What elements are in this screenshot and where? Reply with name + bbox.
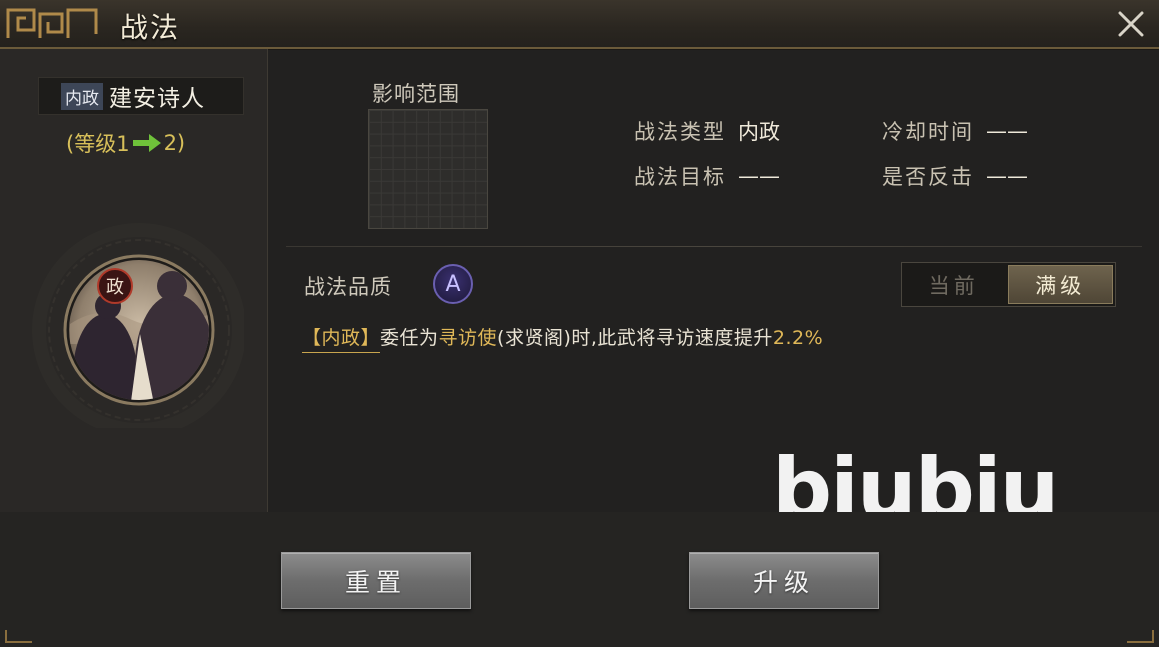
cooldown-key: 冷却时间 [882,120,974,144]
description-text-2: (求贤阁)时,此武将寻访速度提升 [497,327,773,349]
skill-summary-panel: 内政 建安诗人 (等级1 2) 政 [0,49,268,512]
target-key: 战法目标 [634,165,726,189]
range-grid [368,109,488,229]
reset-button[interactable]: 重置 [281,552,471,609]
info-cooldown: 冷却时间 —— [882,116,1028,146]
portrait-badge: 政 [106,277,124,298]
info-counter: 是否反击 —— [882,161,1028,191]
range-label: 影响范围 [372,82,460,106]
description-highlight-role: 寻访使 [438,327,498,349]
counter-key: 是否反击 [882,165,974,189]
quality-grade-badge: A [433,264,473,304]
level-indicator: (等级1 2) [66,128,185,158]
info-target: 战法目标 —— [634,161,780,191]
level-to: 2) [163,131,186,155]
skill-description: 【内政】委任为寻访使(求贤阁)时,此武将寻访速度提升2.2% [302,323,824,353]
portrait-art: 政 [32,223,246,437]
info-skill-type: 战法类型 内政 [634,116,780,146]
bottom-bar [0,512,1159,647]
skill-type-tag: 内政 [61,82,103,110]
quality-label: 战法品质 [304,275,392,299]
upgrade-button[interactable]: 升级 [689,552,879,609]
toggle-max-button[interactable]: 满级 [1007,265,1113,304]
section-divider [286,246,1142,247]
skill-type-value: 内政 [738,120,780,144]
skill-type-key: 战法类型 [634,120,726,144]
corner-ornament-icon [5,630,32,643]
description-text-1: 委任为 [380,327,439,349]
corner-ornament-icon [1127,630,1154,643]
level-up-arrow-icon [132,134,161,152]
title-ornament-icon [6,8,98,38]
target-value: —— [738,164,780,188]
cooldown-value: —— [986,119,1028,143]
description-highlight-value: 2.2% [772,327,824,349]
level-view-toggle: 当前 满级 [901,262,1116,307]
skill-portrait: 政 [30,214,246,437]
description-tag: 【内政】 [302,327,381,353]
close-icon[interactable] [1115,8,1147,40]
skill-name-box: 内政 建安诗人 [38,77,244,115]
level-from: (等级1 [66,132,130,156]
counter-value: —— [986,164,1028,188]
window-title: 战法 [120,11,181,44]
skill-name: 建安诗人 [109,86,205,112]
toggle-current-button[interactable]: 当前 [902,263,1006,306]
title-bar: 战法 [0,0,1159,49]
